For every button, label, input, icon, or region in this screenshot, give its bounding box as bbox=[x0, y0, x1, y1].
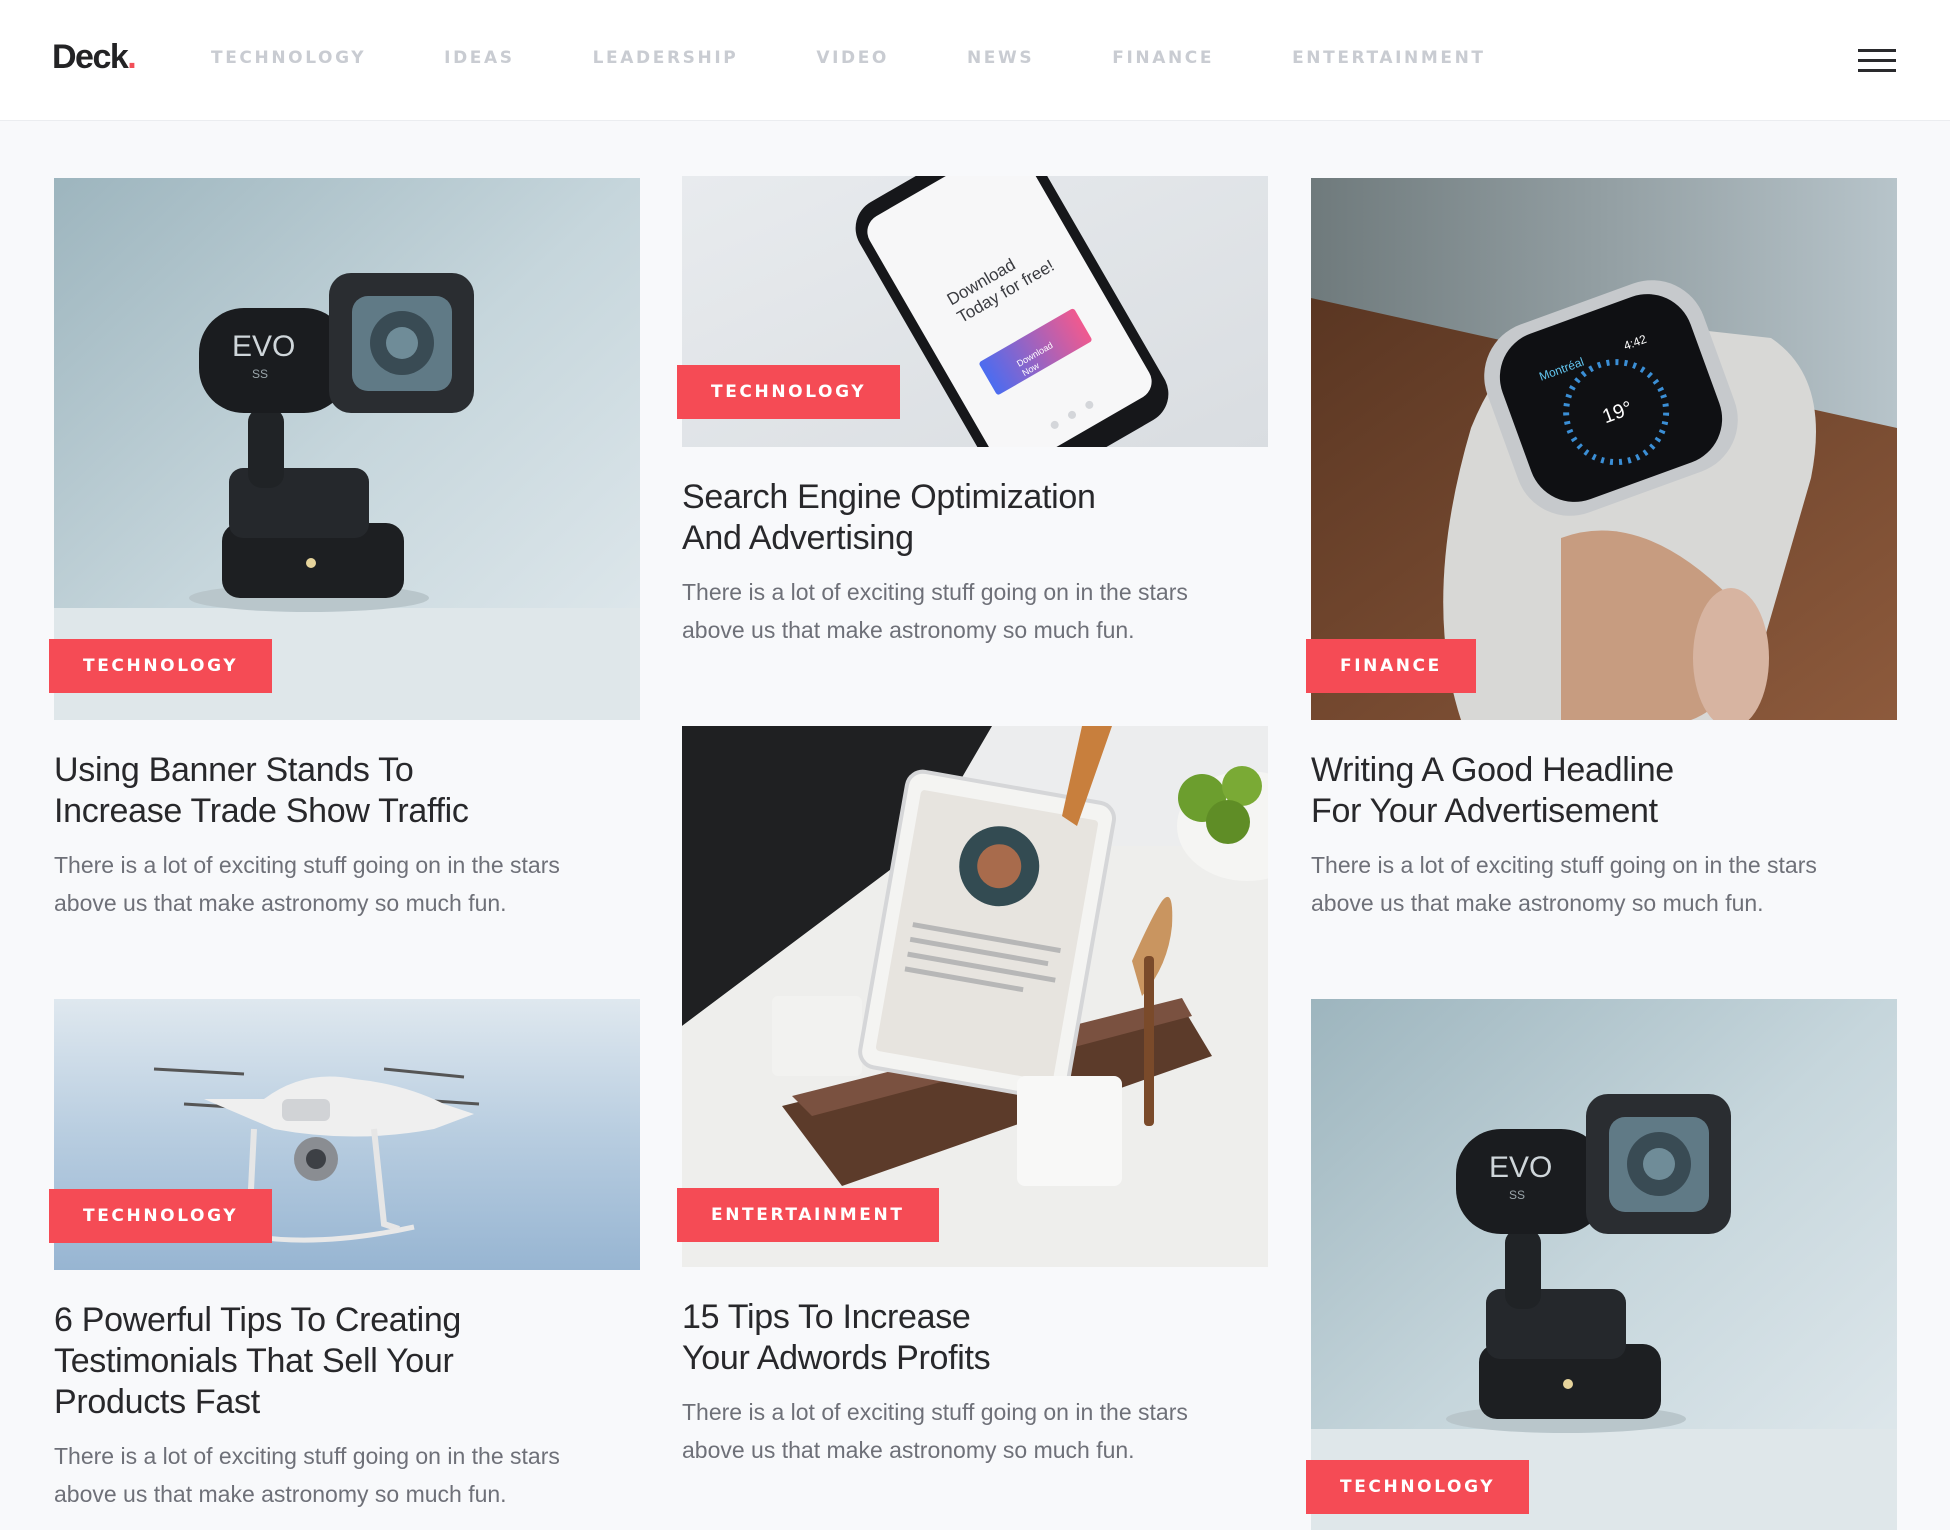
post-excerpt: There is a lot of exciting stuff going o… bbox=[682, 579, 1188, 643]
category-badge[interactable]: ENTERTAINMENT bbox=[677, 1188, 939, 1242]
main-nav: TECHNOLOGY IDEAS LEADERSHIP VIDEO NEWS F… bbox=[211, 48, 1486, 68]
post-card-adwords: ENTERTAINMENT 15 Tips To Increase Your A… bbox=[677, 726, 1268, 1469]
post-excerpt: There is a lot of exciting stuff going o… bbox=[1311, 852, 1817, 916]
post-image-link[interactable]: TECHNOLOGY bbox=[49, 999, 640, 1270]
hamburger-menu-icon[interactable] bbox=[1858, 49, 1896, 75]
site-header: Deck. TECHNOLOGY IDEAS LEADERSHIP VIDEO … bbox=[0, 0, 1950, 121]
gimbal-brand-label: EVO bbox=[1489, 1151, 1552, 1184]
gimbal-model-label: SS bbox=[252, 367, 268, 381]
nav-item-technology[interactable]: TECHNOLOGY bbox=[211, 48, 366, 68]
post-card-headline: Montréal 4:42 19° FINANCE Writing A Good… bbox=[1306, 178, 1897, 922]
post-card-testimonials: TECHNOLOGY 6 Powerful Tips To Creating T… bbox=[49, 999, 640, 1513]
post-card-seo: DownloadToday for free! DownloadNow TECH… bbox=[677, 176, 1268, 649]
logo-dot: . bbox=[127, 38, 136, 76]
tablet-kitchen-image bbox=[682, 726, 1268, 1267]
gimbal-camera-image: EVO SS bbox=[1311, 999, 1897, 1530]
logo-text: Deck bbox=[52, 38, 129, 76]
post-title[interactable]: Writing A Good Headline For Your Adverti… bbox=[1311, 750, 1897, 832]
nav-item-video[interactable]: VIDEO bbox=[816, 48, 889, 68]
category-badge[interactable]: FINANCE bbox=[1306, 639, 1476, 693]
category-badge[interactable]: TECHNOLOGY bbox=[49, 1189, 273, 1243]
post-excerpt: There is a lot of exciting stuff going o… bbox=[682, 1399, 1188, 1463]
post-title[interactable]: 6 Powerful Tips To Creating Testimonials… bbox=[54, 1300, 640, 1423]
post-title[interactable]: Using Banner Stands To Increase Trade Sh… bbox=[54, 750, 640, 832]
post-image-link[interactable]: EVO SS TECHNOLOGY bbox=[49, 178, 640, 720]
gimbal-brand-label: EVO bbox=[232, 330, 295, 363]
post-image-link[interactable]: ENTERTAINMENT bbox=[677, 726, 1268, 1267]
nav-item-ideas[interactable]: IDEAS bbox=[444, 48, 514, 68]
post-title[interactable]: 15 Tips To Increase Your Adwords Profits bbox=[682, 1297, 1268, 1379]
post-excerpt: There is a lot of exciting stuff going o… bbox=[54, 1443, 560, 1507]
post-image-link[interactable]: DownloadToday for free! DownloadNow TECH… bbox=[677, 176, 1268, 447]
nav-item-finance[interactable]: FINANCE bbox=[1112, 48, 1214, 68]
post-excerpt: There is a lot of exciting stuff going o… bbox=[54, 852, 560, 916]
nav-item-entertainment[interactable]: ENTERTAINMENT bbox=[1292, 48, 1486, 68]
category-badge[interactable]: TECHNOLOGY bbox=[1306, 1460, 1530, 1514]
post-card-gimbal: EVO SS TECHNOLOGY bbox=[1306, 999, 1897, 1530]
nav-item-news[interactable]: NEWS bbox=[967, 48, 1034, 68]
post-image-link[interactable]: Montréal 4:42 19° FINANCE bbox=[1306, 178, 1897, 720]
category-badge[interactable]: TECHNOLOGY bbox=[49, 639, 273, 693]
post-title[interactable]: Search Engine Optimization And Advertisi… bbox=[682, 477, 1268, 559]
category-badge[interactable]: TECHNOLOGY bbox=[677, 365, 901, 419]
gimbal-model-label: SS bbox=[1509, 1188, 1525, 1202]
post-image-link[interactable]: EVO SS TECHNOLOGY bbox=[1306, 999, 1897, 1530]
nav-item-leadership[interactable]: LEADERSHIP bbox=[593, 48, 739, 68]
post-card-banner-stands: EVO SS TECHNOLOGY Using Banner Stands To… bbox=[49, 178, 640, 922]
site-logo[interactable]: Deck. bbox=[52, 38, 137, 77]
